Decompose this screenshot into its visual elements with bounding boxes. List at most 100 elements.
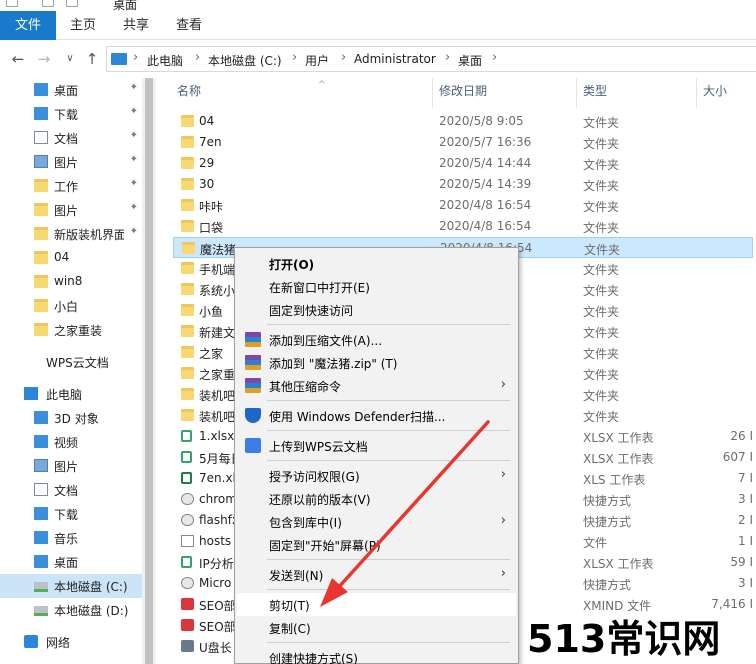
context-menu-item[interactable]: 上传到WPS云文档	[237, 434, 516, 457]
tab-view[interactable]: 查看	[164, 11, 214, 40]
back-arrow-icon[interactable]: ←	[10, 50, 26, 68]
context-menu-item[interactable]: 固定到"开始"屏幕(P)	[237, 533, 516, 556]
column-divider[interactable]	[696, 78, 697, 108]
forward-arrow-icon[interactable]: →	[36, 50, 52, 68]
pin-icon[interactable]: ✦	[130, 154, 138, 165]
nav-item[interactable]: 视频	[0, 430, 142, 454]
breadcrumb-users[interactable]: 用户	[305, 52, 329, 69]
pin-icon[interactable]: ✦	[130, 130, 138, 141]
file-size: 7,416 I	[711, 597, 753, 611]
nav-item-label: win8	[54, 274, 83, 288]
context-menu-item[interactable]: 包含到库中(I) ›	[237, 510, 516, 533]
nav-item[interactable]: 工作 ✦	[0, 174, 142, 198]
breadcrumb-desktop[interactable]: 桌面	[458, 52, 482, 69]
nav-item[interactable]: 小白	[0, 294, 142, 318]
tab-home[interactable]: 主页	[58, 11, 108, 40]
file-row[interactable]: 29 2020/5/4 14:44 文件夹	[173, 153, 753, 174]
nav-item[interactable]: 图片 ✦	[0, 198, 142, 222]
file-row[interactable]: 咔咔 2020/4/8 16:54 文件夹	[173, 195, 753, 216]
context-menu-item[interactable]: 在新窗口中打开(E)	[237, 275, 516, 298]
nav-item[interactable]: 本地磁盘 (D:)	[0, 598, 142, 622]
context-menu-item[interactable]: 还原以前的版本(V)	[237, 487, 516, 510]
pin-icon[interactable]: ✦	[130, 82, 138, 93]
pin-icon[interactable]: ✦	[130, 106, 138, 117]
nav-item[interactable]: 文档 ✦	[0, 126, 142, 150]
pin-icon[interactable]: ✦	[130, 202, 138, 213]
column-header-name[interactable]: 名称 ^	[177, 80, 326, 106]
address-bar[interactable]: › 此电脑 › 本地磁盘 (C:) › 用户 › Administrator ›…	[106, 46, 756, 72]
column-divider[interactable]	[576, 78, 577, 108]
context-menu-item[interactable]: 复制(C)	[237, 616, 516, 639]
nav-item[interactable]: 新版装机界面 ✦	[0, 222, 142, 246]
column-divider[interactable]	[432, 78, 433, 108]
breadcrumb-drive-c[interactable]: 本地磁盘 (C:)	[208, 52, 282, 69]
nav-item[interactable]: 桌面 ✦	[0, 78, 142, 102]
submenu-chevron-icon: ›	[500, 566, 506, 581]
nav-item[interactable]: 下载	[0, 502, 142, 526]
nav-item[interactable]: win8	[0, 270, 142, 294]
folder-icon	[34, 275, 48, 288]
3d-objects-icon	[34, 411, 48, 424]
quick-access-icon[interactable]	[6, 0, 18, 7]
context-menu-item[interactable]: 授予访问权限(G) ›	[237, 464, 516, 487]
nav-item[interactable]: WPS云文档	[0, 350, 142, 374]
archive-icon	[245, 378, 261, 393]
nav-item[interactable]: 此电脑	[0, 382, 142, 406]
context-menu-label: 添加到压缩文件(A)...	[269, 334, 383, 348]
nav-item[interactable]: 文档	[0, 478, 142, 502]
recent-locations-chevron-icon[interactable]: ∨	[62, 50, 78, 68]
submenu-chevron-icon: ›	[500, 377, 506, 392]
file-name: 咔咔	[199, 200, 224, 214]
nav-item-label: 本地磁盘 (D:)	[54, 604, 129, 618]
file-row[interactable]: 7en 2020/5/7 16:36 文件夹	[173, 132, 753, 153]
file-row[interactable]: 口袋 2020/4/8 16:54 文件夹	[173, 216, 753, 237]
nav-item-label: 图片	[54, 204, 79, 218]
breadcrumb-this-pc[interactable]: 此电脑	[147, 52, 183, 69]
context-menu: 打开(O) 在新窗口中打开(E) 固定到快速访问添加到压缩文件(A)... 添加到 "…	[234, 247, 519, 664]
nav-item[interactable]: 网络	[0, 630, 142, 654]
column-header-size[interactable]: 大小	[703, 82, 727, 106]
new-folder-icon[interactable]	[66, 0, 78, 7]
context-menu-item[interactable]: 打开(O)	[237, 252, 516, 275]
nav-item[interactable]: 本地磁盘 (C:)	[0, 574, 142, 598]
breadcrumb-separator-icon[interactable]: ›	[292, 50, 297, 65]
folder-icon	[34, 323, 48, 336]
context-menu-item[interactable]: 使用 Windows Defender扫描...	[237, 404, 516, 427]
context-menu-item[interactable]: 发送到(N) ›	[237, 563, 516, 586]
context-menu-item[interactable]: 剪切(T)	[237, 593, 516, 616]
breadcrumb-separator-icon[interactable]: ›	[195, 50, 200, 65]
nav-item[interactable]: 桌面	[0, 550, 142, 574]
breadcrumb-separator-icon[interactable]: ›	[445, 50, 450, 65]
breadcrumb-separator-icon[interactable]: ›	[133, 50, 138, 65]
nav-item[interactable]: 04	[0, 246, 142, 270]
pin-icon[interactable]: ✦	[130, 226, 138, 237]
breadcrumb-administrator[interactable]: Administrator	[354, 52, 436, 66]
file-row[interactable]: 30 2020/5/4 14:39 文件夹	[173, 174, 753, 195]
breadcrumb-separator-icon[interactable]: ›	[492, 50, 497, 65]
nav-item-label: 下载	[54, 508, 79, 522]
pin-icon[interactable]: ✦	[130, 178, 138, 189]
nav-item[interactable]: 图片	[0, 454, 142, 478]
file-row[interactable]: 04 2020/5/8 9:05 文件夹	[173, 111, 753, 132]
nav-item[interactable]: 下载 ✦	[0, 102, 142, 126]
context-menu-item[interactable]: 创建快捷方式(S)	[237, 646, 516, 664]
nav-item[interactable]: 3D 对象	[0, 406, 142, 430]
nav-item[interactable]: 之家重装	[0, 318, 142, 342]
context-menu-item[interactable]: 添加到压缩文件(A)...	[237, 328, 516, 351]
nav-item[interactable]: 图片 ✦	[0, 150, 142, 174]
scrollbar-thumb[interactable]	[145, 78, 153, 664]
up-arrow-icon[interactable]: ↑	[84, 50, 100, 68]
tab-share[interactable]: 共享	[110, 11, 162, 40]
nav-item[interactable]: 音乐	[0, 526, 142, 550]
context-menu-item[interactable]: 添加到 "魔法猪.zip" (T)	[237, 351, 516, 374]
navigation-scrollbar[interactable]	[142, 78, 156, 664]
context-menu-item[interactable]: 其他压缩命令 ›	[237, 374, 516, 397]
column-header-type[interactable]: 类型	[583, 82, 607, 106]
context-menu-item[interactable]: 固定到快速访问	[237, 298, 516, 321]
file-type: XLS 工作表	[583, 473, 646, 487]
tab-file[interactable]: 文件	[0, 11, 56, 40]
breadcrumb-separator-icon[interactable]: ›	[341, 50, 346, 65]
properties-icon[interactable]	[42, 0, 54, 7]
column-header-date[interactable]: 修改日期	[439, 82, 487, 106]
file-name: 1.xlsx	[199, 429, 235, 443]
